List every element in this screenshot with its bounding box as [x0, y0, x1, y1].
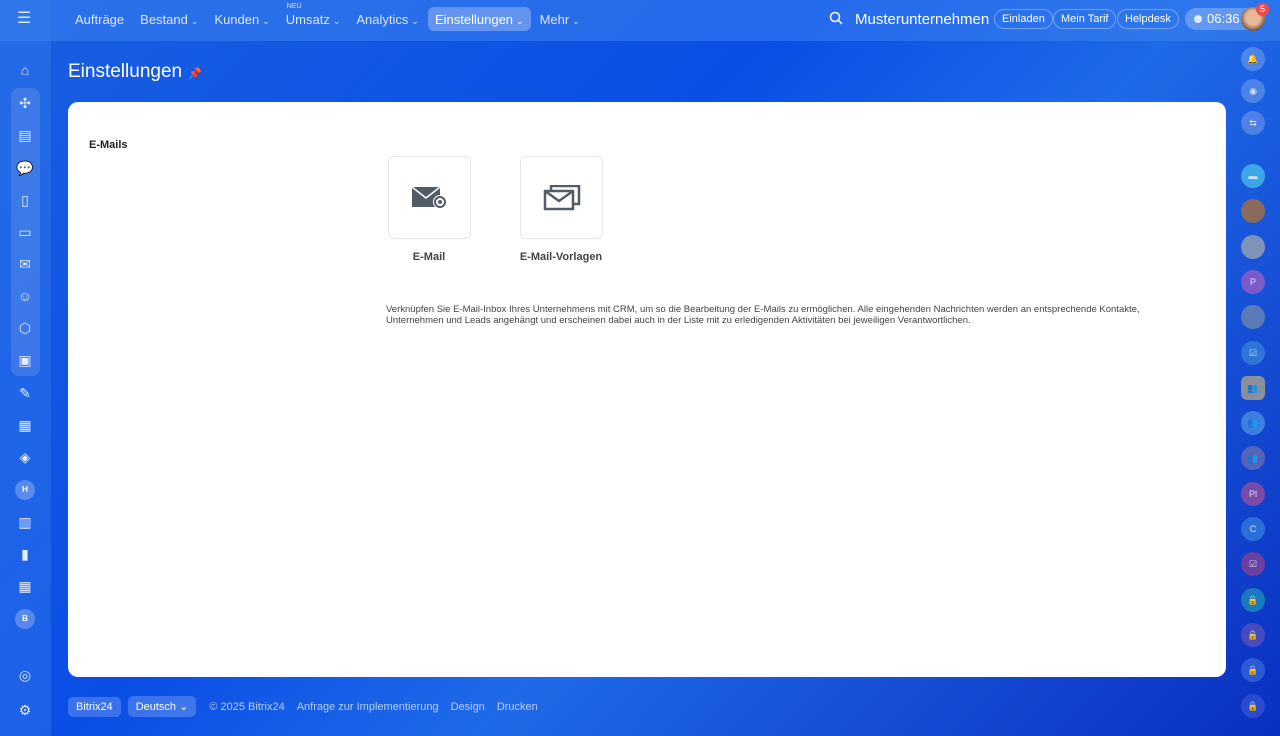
- chevron-down-icon: ⌄: [262, 16, 270, 26]
- task-icon[interactable]: ☑: [1241, 552, 1265, 576]
- support-icon[interactable]: ◎: [16, 666, 34, 684]
- nav-label: Aufträge: [75, 12, 125, 27]
- chevron-down-icon: ⌄: [190, 16, 199, 26]
- calendar-icon[interactable]: ▦: [16, 577, 34, 595]
- card-icon[interactable]: ▦: [16, 416, 34, 434]
- nav-label: Mehr: [539, 12, 570, 27]
- nav-label: Bestand: [140, 12, 188, 27]
- nav-mehr[interactable]: Mehr ⌄: [533, 7, 587, 31]
- home-icon[interactable]: ⌂: [16, 61, 34, 79]
- chevron-down-icon: ⌄: [572, 16, 580, 26]
- gear-icon[interactable]: ⚙: [16, 701, 34, 719]
- contact-p[interactable]: P: [1241, 270, 1265, 294]
- nav-umsatz[interactable]: NEU Umsatz ⌄: [279, 3, 348, 31]
- page-title: Einstellungen: [68, 61, 183, 82]
- box-icon[interactable]: ◈: [16, 448, 34, 466]
- calendar-list-icon[interactable]: ▥: [16, 513, 34, 531]
- group-icon[interactable]: 👥: [1241, 376, 1265, 400]
- sidebar-item-b[interactable]: B: [15, 609, 35, 629]
- nav-auftraege[interactable]: Aufträge: [68, 7, 131, 31]
- new-tag: NEU: [286, 3, 302, 10]
- contact-avatar[interactable]: [1241, 199, 1265, 223]
- drive-icon[interactable]: ▭: [16, 223, 34, 241]
- brand-button[interactable]: Bitrix24: [68, 696, 121, 717]
- language-select[interactable]: Deutsch ⌄: [127, 696, 197, 717]
- email-templates-tile[interactable]: [520, 156, 603, 239]
- document-icon[interactable]: ▯: [16, 191, 34, 209]
- footer-link-print[interactable]: Drucken: [497, 701, 538, 713]
- pin-icon[interactable]: 📌: [188, 67, 202, 80]
- notification-badge: 5: [1256, 3, 1269, 16]
- lock-icon[interactable]: 🔒: [1241, 588, 1265, 612]
- lock-icon[interactable]: 🔒: [1241, 658, 1265, 682]
- chevron-down-icon: ⌄: [332, 16, 341, 26]
- chat-switch-icon[interactable]: ⇆: [1241, 111, 1265, 135]
- chevron-down-icon: ⌄: [411, 16, 419, 26]
- search-icon[interactable]: [829, 11, 843, 25]
- time-label: 06:36: [1207, 11, 1240, 26]
- contact-pl[interactable]: Pl: [1241, 482, 1265, 506]
- group-avatar[interactable]: [1241, 305, 1265, 329]
- bell-icon[interactable]: 🔔: [1241, 47, 1265, 71]
- lock-icon[interactable]: 🔒: [1241, 623, 1265, 647]
- nav-einstellungen[interactable]: Einstellungen ⌄: [427, 7, 531, 31]
- email-tile[interactable]: [388, 156, 471, 239]
- chevron-down-icon: ⌄: [516, 16, 524, 26]
- email-settings-icon: [411, 185, 447, 209]
- presentation-icon[interactable]: ▣: [16, 351, 34, 369]
- group-icon[interactable]: 👥: [1241, 411, 1265, 435]
- contact-c[interactable]: C: [1241, 517, 1265, 541]
- company-name[interactable]: Musterunternehmen: [855, 11, 989, 28]
- nav-analytics[interactable]: Analytics ⌄: [349, 7, 426, 31]
- invite-button[interactable]: Einladen: [994, 9, 1053, 29]
- sidebar-item-h[interactable]: H: [15, 480, 35, 500]
- mail-icon[interactable]: ✉: [16, 255, 34, 273]
- chevron-down-icon: ⌄: [179, 701, 189, 713]
- nav-label: Einstellungen: [434, 12, 514, 27]
- nav-label: Analytics: [356, 12, 409, 27]
- hexagon-icon[interactable]: ⬡: [16, 319, 34, 337]
- sign-icon[interactable]: ✎: [16, 384, 34, 402]
- contacts-icon[interactable]: ☺: [16, 287, 34, 305]
- contact-avatar[interactable]: [1241, 235, 1265, 259]
- section-title: E-Mails: [89, 139, 128, 151]
- email-templates-icon: [543, 184, 580, 210]
- main-nav: Aufträge Bestand ⌄ Kunden ⌄ NEU Umsatz ⌄ Ana…: [68, 3, 587, 31]
- section-description: Verknüpfen Sie E-Mail-Inbox Ihres Untern…: [386, 304, 1140, 326]
- footer-link-implementation[interactable]: Anfrage zur Implementierung: [297, 701, 439, 713]
- news-icon[interactable]: ▤: [16, 126, 34, 144]
- language-label: Deutsch: [135, 701, 177, 713]
- settings-card: E-Mails E-Mail E-Mail-Vorlagen Verknüpfe…: [68, 102, 1226, 677]
- email-templates-tile-label: E-Mail-Vorlagen: [519, 251, 603, 263]
- footer: Bitrix24 Deutsch ⌄ © 2025 Bitrix24 Anfra…: [68, 696, 543, 717]
- messages-icon[interactable]: ▬: [1241, 164, 1265, 188]
- lock-icon[interactable]: 🔒: [1241, 694, 1265, 718]
- nav-kunden[interactable]: Kunden ⌄: [207, 7, 276, 31]
- task-icon[interactable]: ☑: [1241, 341, 1265, 365]
- chat-icon[interactable]: 💬: [16, 159, 34, 177]
- group-icon[interactable]: 👥: [1241, 446, 1265, 470]
- tariff-button[interactable]: Mein Tarif: [1053, 9, 1117, 29]
- helpdesk-button[interactable]: Helpdesk: [1117, 9, 1179, 29]
- menu-icon[interactable]: ☰: [17, 11, 33, 27]
- nav-bestand[interactable]: Bestand ⌄: [133, 7, 205, 31]
- nav-label: Umsatz: [285, 12, 330, 27]
- ai-icon[interactable]: ◉: [1241, 79, 1265, 103]
- email-tile-label: E-Mail: [412, 251, 446, 263]
- chart-icon[interactable]: ▮: [16, 545, 34, 563]
- puzzle-icon[interactable]: ✣: [16, 94, 34, 112]
- nav-label: Kunden: [214, 12, 260, 27]
- footer-link-design[interactable]: Design: [451, 701, 485, 713]
- copyright: © 2025 Bitrix24: [209, 700, 285, 713]
